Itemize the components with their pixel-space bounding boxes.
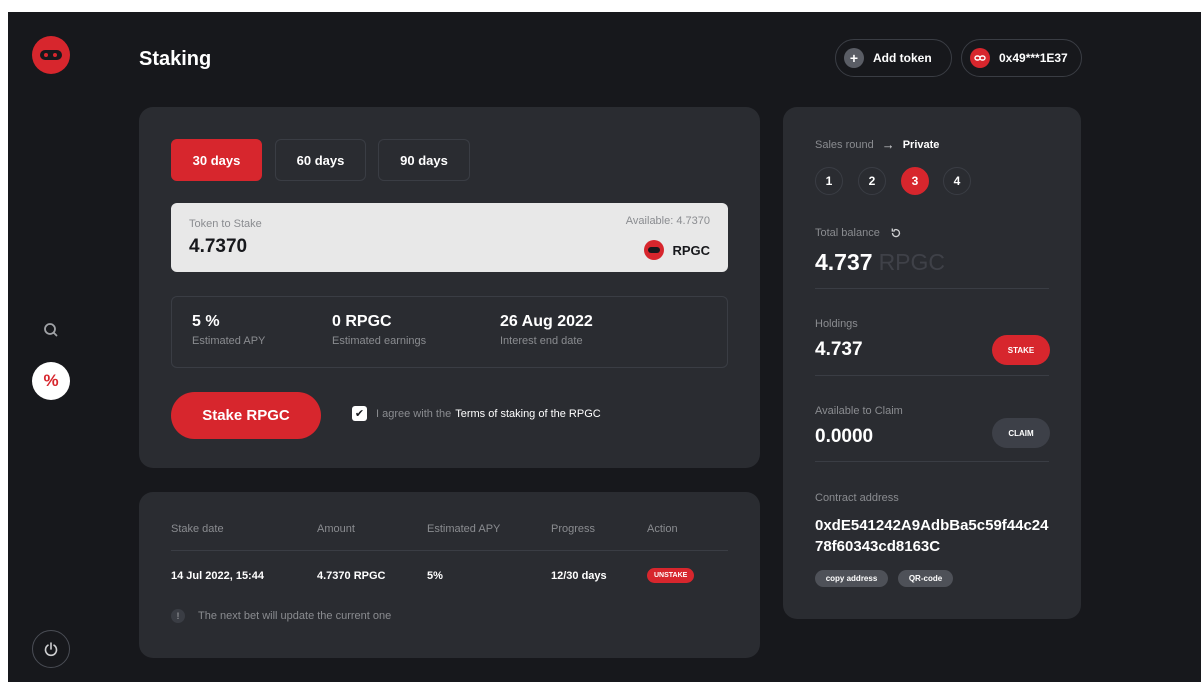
logo-visor <box>40 50 62 60</box>
sidebar-search-icon[interactable] <box>32 311 70 349</box>
tab-60-days[interactable]: 60 days <box>275 139 366 181</box>
sidebar-percent-icon[interactable]: % <box>32 362 70 400</box>
round-2-button[interactable]: 2 <box>858 167 886 195</box>
claim-available-value: 0.0000 <box>815 426 874 447</box>
total-balance: Total balance <box>815 227 902 239</box>
stake-input-label: Token to Stake <box>189 218 262 230</box>
stat-end-date: 26 Aug 2022 Interest end date <box>500 313 593 347</box>
round-1-button[interactable]: 1 <box>815 167 843 195</box>
table-divider <box>171 550 728 551</box>
claim-button[interactable]: CLAIM <box>992 418 1050 448</box>
row-date: 14 Jul 2022, 15:44 <box>171 570 264 582</box>
add-token-button[interactable]: + Add token <box>835 39 952 77</box>
balance-card: Sales round → Private 1 2 3 4 Total bala… <box>783 107 1081 619</box>
tab-30-days[interactable]: 30 days <box>171 139 262 181</box>
row-amount: 4.7370 RPGC <box>317 570 386 582</box>
total-balance-unit: RPGC <box>878 249 946 275</box>
available-balance: Available: 4.7370 <box>625 215 710 227</box>
qr-code-button[interactable]: QR-code <box>898 570 953 587</box>
agree-text: I agree with the <box>376 407 452 420</box>
col-estimated-apy: Estimated APY <box>427 523 501 535</box>
stake-button[interactable]: STAKE <box>992 335 1050 365</box>
table-note: ! The next bet will update the current o… <box>171 609 391 623</box>
round-3-button[interactable]: 3 <box>901 167 929 195</box>
info-icon: ! <box>171 609 185 623</box>
power-icon[interactable] <box>32 630 70 668</box>
stat-apy: 5 % Estimated APY <box>192 313 265 347</box>
app-window: % Staking + Add token 0x49***1E37 30 day… <box>8 12 1201 682</box>
contract-address-label: Contract address <box>815 492 899 504</box>
stake-card: 30 days 60 days 90 days Token to Stake 4… <box>139 107 760 468</box>
divider <box>815 288 1049 289</box>
stake-rpgc-button[interactable]: Stake RPGC <box>171 392 321 439</box>
row-apy: 5% <box>427 570 443 582</box>
rpgc-token-icon <box>644 240 665 260</box>
col-progress: Progress <box>551 523 596 535</box>
contract-address: 0xdE541242A9AdbBa5c59f44c2478f60343cd816… <box>815 517 1049 555</box>
stat-end-date-label: Interest end date <box>500 335 583 347</box>
agree-checkbox[interactable]: ✔ <box>352 406 367 421</box>
sales-round-value: Private <box>902 138 940 151</box>
app-logo[interactable] <box>32 36 70 74</box>
holdings-label: Holdings <box>815 318 858 330</box>
divider <box>815 375 1049 376</box>
note-text: The next bet will update the current one <box>198 610 392 622</box>
sales-round: Sales round → Private <box>815 137 939 152</box>
wallet-button[interactable]: 0x49***1E37 <box>961 39 1082 77</box>
col-stake-date: Stake date <box>171 523 224 535</box>
stat-apy-label: Estimated APY <box>192 335 266 347</box>
claim-available-label: Available to Claim <box>815 405 903 417</box>
stake-amount-input[interactable]: Token to Stake 4.7370 Available: 4.7370 … <box>171 203 728 272</box>
holdings-value: 4.737 <box>815 339 863 360</box>
stat-earnings: 0 RPGC Estimated earnings <box>332 313 426 347</box>
unstake-button[interactable]: UNSTAKE <box>647 568 695 583</box>
page-title: Staking <box>139 48 212 70</box>
col-action: Action <box>647 523 678 535</box>
wallet-address: 0x49***1E37 <box>999 51 1068 65</box>
copy-address-button[interactable]: copy address <box>815 570 888 587</box>
stat-end-date-value: 26 Aug 2022 <box>500 313 593 330</box>
add-token-label: Add token <box>873 51 932 65</box>
stakes-table-card: Stake date Amount Estimated APY Progress… <box>139 492 760 658</box>
link-icon <box>970 48 990 68</box>
sales-round-label: Sales round <box>815 138 874 151</box>
terms-agreement: ✔ I agree with the Terms of staking of t… <box>352 406 601 421</box>
stake-stats: 5 % Estimated APY 0 RPGC Estimated earni… <box>171 296 728 368</box>
arrow-right-icon: → <box>881 137 895 152</box>
token-selector: RPGC <box>644 240 710 260</box>
stat-earnings-label: Estimated earnings <box>332 335 427 347</box>
refresh-icon[interactable] <box>890 227 902 239</box>
col-amount: Amount <box>317 523 355 535</box>
total-balance-label: Total balance <box>815 227 880 239</box>
stake-input-value[interactable]: 4.7370 <box>189 236 247 258</box>
stat-earnings-value: 0 RPGC <box>332 313 392 330</box>
tab-90-days[interactable]: 90 days <box>378 139 470 181</box>
row-progress: 12/30 days <box>551 570 607 582</box>
token-symbol: RPGC <box>672 242 710 258</box>
total-balance-amount: 4.737 RPGC <box>815 249 945 276</box>
total-balance-value: 4.737 <box>815 249 873 275</box>
divider <box>815 461 1049 462</box>
stat-apy-value: 5 % <box>192 313 220 330</box>
plus-icon: + <box>844 48 864 68</box>
round-4-button[interactable]: 4 <box>943 167 971 195</box>
terms-link[interactable]: Terms of staking of the RPGC <box>455 408 601 420</box>
